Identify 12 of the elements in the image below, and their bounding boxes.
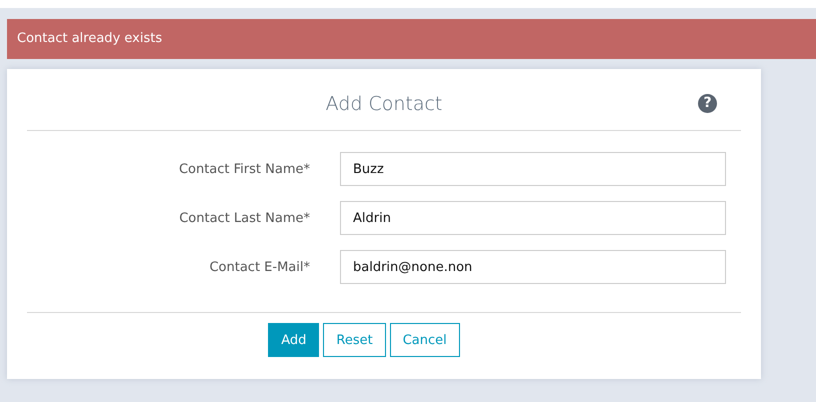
cancel-button[interactable]: Cancel (390, 323, 460, 357)
help-icon[interactable]: ? (698, 94, 717, 113)
reset-button[interactable]: Reset (323, 323, 386, 357)
error-alert: Contact already exists (7, 19, 816, 59)
field-label: Contact First Name* (178, 162, 311, 176)
input-field[interactable]: Buzz (340, 152, 726, 186)
field-label: Contact E-Mail* (208, 260, 311, 274)
add-button[interactable]: Add (268, 323, 320, 357)
form-title: Add Contact (326, 92, 442, 115)
input-field[interactable]: Aldrin (340, 201, 726, 235)
field-label: Contact Last Name* (178, 210, 311, 226)
input-field[interactable]: baldrin@none.non (340, 250, 726, 284)
